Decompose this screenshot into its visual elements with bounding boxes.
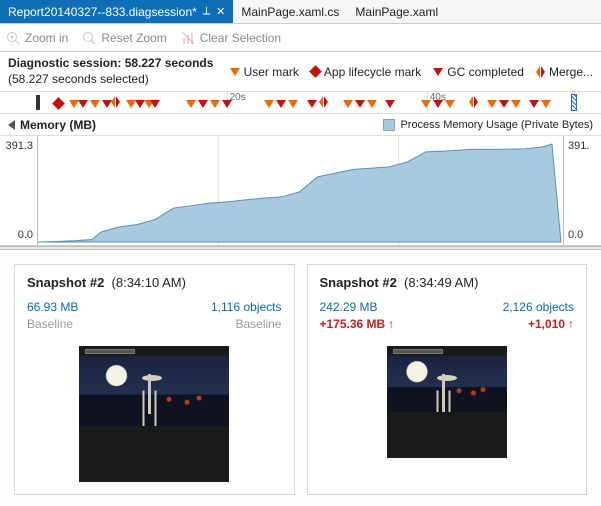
- marker-legend: User mark App lifecycle mark GC complete…: [230, 65, 593, 79]
- y-max: 391.3: [5, 140, 33, 152]
- zoom-in-icon: [6, 31, 20, 45]
- pin-icon[interactable]: ⟂: [203, 5, 210, 18]
- snapshot-size-link[interactable]: 66.93 MB: [27, 300, 78, 314]
- button-label: Zoom in: [25, 31, 68, 45]
- snapshot-thumbnail[interactable]: [79, 346, 229, 482]
- y-max-r: 391.: [568, 140, 601, 152]
- selection-handle[interactable]: [571, 94, 577, 111]
- app-lifecycle-icon: [309, 65, 322, 78]
- memory-chart[interactable]: 391.3 0.0 391. 0.0: [0, 136, 601, 246]
- baseline-label: Baseline: [235, 317, 281, 331]
- close-icon[interactable]: ✕: [216, 5, 225, 18]
- snapshot-title: Snapshot #2: [320, 275, 397, 290]
- baseline-label: Baseline: [27, 317, 73, 331]
- swatch-icon: [383, 119, 395, 131]
- reset-zoom-icon: [82, 31, 96, 45]
- button-label: Reset Zoom: [101, 31, 166, 45]
- y-min: 0.0: [18, 229, 33, 241]
- snapshot-title: Snapshot #2: [27, 275, 104, 290]
- session-info: Diagnostic session: 58.227 seconds (58.2…: [8, 56, 213, 87]
- snapshot-objects-delta[interactable]: +1,010↑: [528, 317, 574, 331]
- snapshot-card-1: Snapshot #2 (8:34:10 AM) 66.93 MB 1,116 …: [14, 264, 295, 495]
- tab-active-diagsession[interactable]: Report20140327--833.diagsession* ⟂ ✕: [0, 0, 233, 23]
- clear-selection-icon: [181, 31, 195, 45]
- collapse-icon[interactable]: [8, 120, 15, 130]
- up-arrow-icon: ↑: [568, 317, 574, 331]
- clear-selection-button[interactable]: Clear Selection: [181, 31, 281, 45]
- snapshot-size-link[interactable]: 242.29 MB: [320, 300, 378, 314]
- snapshot-objects-link[interactable]: 2,126 objects: [503, 300, 574, 314]
- snapshot-time: (8:34:49 AM): [404, 275, 478, 290]
- snapshot-card-2: Snapshot #2 (8:34:49 AM) 242.29 MB 2,126…: [307, 264, 588, 495]
- snapshot-time: (8:34:10 AM): [112, 275, 186, 290]
- tab-label: Report20140327--833.diagsession*: [8, 5, 197, 19]
- y-min-r: 0.0: [568, 229, 601, 241]
- tab-mainpage-xaml[interactable]: MainPage.xaml: [347, 0, 446, 23]
- gc-icon: [433, 68, 443, 76]
- up-arrow-icon: ↑: [388, 317, 394, 331]
- timeline-ruler[interactable]: 20s 40s: [0, 92, 601, 114]
- user-mark-icon: [230, 68, 240, 76]
- button-label: Clear Selection: [200, 31, 281, 45]
- snapshot-size-delta[interactable]: +175.36 MB↑: [320, 317, 395, 331]
- memory-title: Memory (MB): [20, 118, 96, 132]
- tab-label: MainPage.xaml.cs: [241, 5, 339, 19]
- tab-label: MainPage.xaml: [355, 5, 438, 19]
- merge-icon: [536, 66, 545, 78]
- snapshot-objects-link[interactable]: 1,116 objects: [211, 300, 282, 314]
- memory-legend: Process Memory Usage (Private Bytes): [383, 119, 593, 131]
- zoom-in-button[interactable]: Zoom in: [6, 31, 68, 45]
- tab-mainpage-cs[interactable]: MainPage.xaml.cs: [233, 0, 347, 23]
- lifecycle-marker: [54, 97, 63, 111]
- reset-zoom-button[interactable]: Reset Zoom: [82, 31, 166, 45]
- snapshot-thumbnail[interactable]: [387, 346, 507, 458]
- bar-marker: [36, 95, 40, 110]
